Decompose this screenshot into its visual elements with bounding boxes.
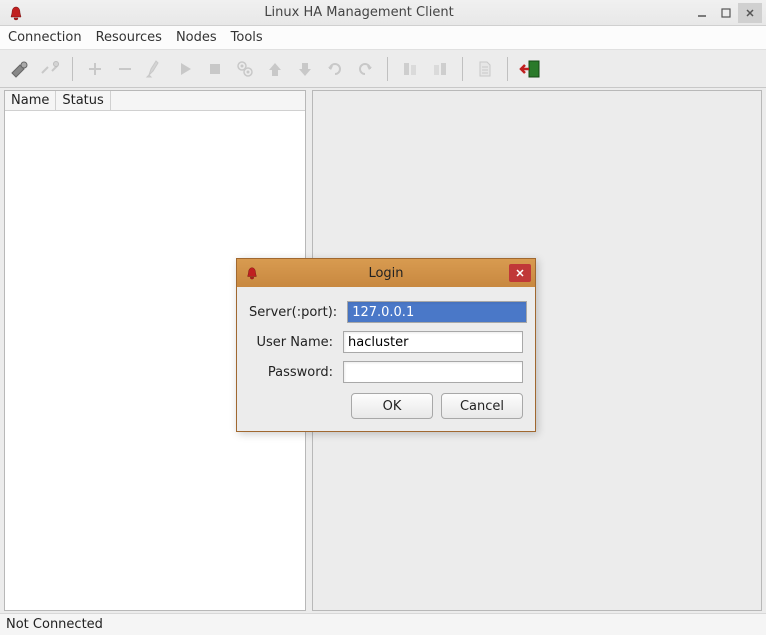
minimize-button[interactable] xyxy=(690,3,714,23)
tree-col-status[interactable]: Status xyxy=(56,91,110,110)
add-button[interactable] xyxy=(81,55,109,83)
redo-button[interactable] xyxy=(321,55,349,83)
disconnect-button[interactable] xyxy=(36,55,64,83)
toolbar-separator xyxy=(72,57,73,81)
window-title: Linux HA Management Client xyxy=(28,5,690,20)
toolbar-separator xyxy=(507,57,508,81)
exit-button[interactable] xyxy=(516,55,544,83)
username-input[interactable] xyxy=(343,331,523,353)
dialog-title: Login xyxy=(263,266,509,281)
username-label: User Name: xyxy=(249,335,343,350)
password-input[interactable] xyxy=(343,361,523,383)
close-button[interactable] xyxy=(738,3,762,23)
undo-button[interactable] xyxy=(351,55,379,83)
cancel-button[interactable]: Cancel xyxy=(441,393,523,419)
statusbar: Not Connected xyxy=(0,613,766,635)
start-button[interactable] xyxy=(171,55,199,83)
tree-col-name[interactable]: Name xyxy=(5,91,56,110)
server-label: Server(:port): xyxy=(249,305,347,320)
toolbar xyxy=(0,50,766,88)
flag1-button[interactable] xyxy=(396,55,424,83)
ok-button[interactable]: OK xyxy=(351,393,433,419)
move-down-button[interactable] xyxy=(291,55,319,83)
manage-button[interactable] xyxy=(231,55,259,83)
toolbar-separator xyxy=(462,57,463,81)
toolbar-separator xyxy=(387,57,388,81)
move-up-button[interactable] xyxy=(261,55,289,83)
tree-header: Name Status xyxy=(5,91,305,111)
window-titlebar: Linux HA Management Client xyxy=(0,0,766,26)
app-icon xyxy=(8,5,24,21)
menubar: Connection Resources Nodes Tools xyxy=(0,26,766,50)
document-button[interactable] xyxy=(471,55,499,83)
dialog-body: Server(:port): User Name: Password: OK C… xyxy=(237,287,535,431)
dialog-close-button[interactable] xyxy=(509,264,531,282)
login-dialog: Login Server(:port): User Name: Password… xyxy=(236,258,536,432)
server-input[interactable] xyxy=(347,301,527,323)
menu-resources[interactable]: Resources xyxy=(96,30,162,45)
flag2-button[interactable] xyxy=(426,55,454,83)
status-text: Not Connected xyxy=(6,617,103,632)
menu-nodes[interactable]: Nodes xyxy=(176,30,217,45)
cleanup-button[interactable] xyxy=(141,55,169,83)
maximize-button[interactable] xyxy=(714,3,738,23)
menu-tools[interactable]: Tools xyxy=(231,30,263,45)
menu-connection[interactable]: Connection xyxy=(8,30,82,45)
stop-button[interactable] xyxy=(201,55,229,83)
remove-button[interactable] xyxy=(111,55,139,83)
dialog-titlebar[interactable]: Login xyxy=(237,259,535,287)
password-label: Password: xyxy=(249,365,343,380)
connect-button[interactable] xyxy=(6,55,34,83)
app-icon xyxy=(245,266,259,280)
